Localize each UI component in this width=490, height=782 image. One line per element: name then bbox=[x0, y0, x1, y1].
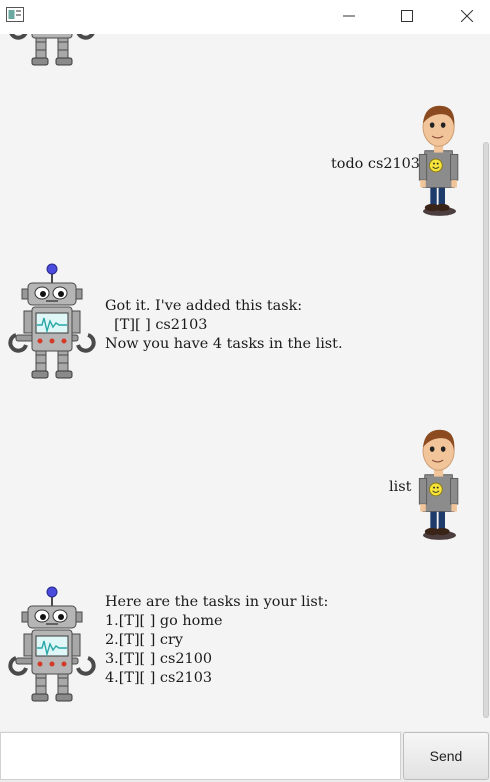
message-input[interactable] bbox=[0, 732, 401, 780]
user-message-text: list bbox=[389, 479, 412, 495]
user-avatar-icon bbox=[418, 429, 459, 541]
bot-message-line: Here are the tasks in your list: bbox=[105, 594, 329, 610]
close-icon bbox=[461, 10, 473, 22]
robot-avatar-icon bbox=[8, 34, 96, 67]
scrollbar-thumb[interactable] bbox=[483, 142, 489, 718]
robot-avatar-icon bbox=[8, 263, 96, 380]
user-message-text: todo cs2103 bbox=[331, 156, 420, 172]
user-avatar-icon bbox=[418, 105, 459, 217]
minimize-icon bbox=[343, 15, 355, 17]
bot-message-line: 1.[T][ ] go home bbox=[105, 613, 223, 629]
input-bar: Send bbox=[0, 731, 490, 782]
bot-message-line: Got it. I've added this task: bbox=[105, 298, 303, 314]
vertical-scrollbar[interactable] bbox=[482, 34, 490, 731]
bot-message-line: 4.[T][ ] cs2103 bbox=[105, 670, 213, 686]
app-icon bbox=[6, 7, 24, 22]
bot-message-line: [T][ ] cs2103 bbox=[105, 317, 208, 333]
close-button[interactable] bbox=[444, 0, 490, 32]
robot-avatar-icon bbox=[8, 586, 96, 703]
maximize-icon bbox=[401, 10, 413, 22]
chat-scroll-pane[interactable]: todo cs2103 Got it. I've added this task… bbox=[0, 34, 482, 731]
bot-message-line: 3.[T][ ] cs2100 bbox=[105, 651, 213, 667]
maximize-button[interactable] bbox=[384, 0, 430, 32]
bot-message-line: 2.[T][ ] cry bbox=[105, 632, 184, 648]
title-bar bbox=[0, 0, 490, 34]
minimize-button[interactable] bbox=[326, 0, 372, 32]
send-button[interactable]: Send bbox=[403, 732, 489, 780]
bot-message-line: Now you have 4 tasks in the list. bbox=[105, 336, 343, 352]
